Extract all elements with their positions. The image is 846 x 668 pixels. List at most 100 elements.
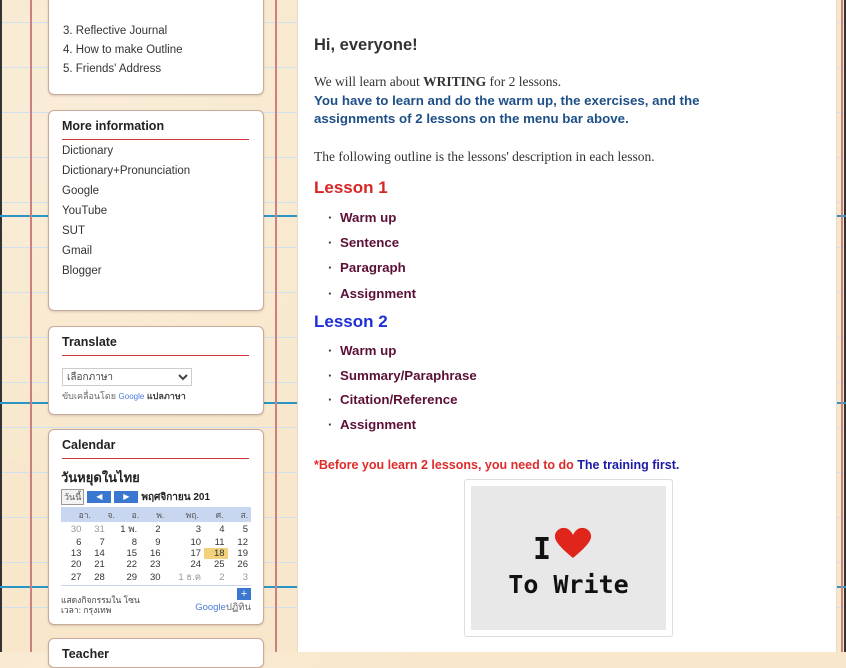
calendar-day[interactable]: 31 [84, 522, 107, 537]
calendar-day[interactable]: 25 [204, 559, 227, 570]
bullet-icon: · [328, 368, 333, 383]
calendar-day[interactable]: 6 [61, 537, 84, 548]
widget-title: Translate [62, 335, 117, 349]
calendar-day[interactable]: 1 พ. [108, 522, 140, 537]
calendar-day[interactable]: 19 [228, 548, 251, 559]
training-link[interactable]: The training first. [577, 458, 679, 472]
today-button[interactable]: วันนี้ [61, 489, 85, 505]
image-text-to-write: To Write [508, 570, 629, 599]
calendar-day[interactable]: 10 [164, 537, 205, 548]
calendar-day[interactable]: 12 [228, 537, 251, 548]
add-calendar-button[interactable]: + [237, 588, 251, 600]
google-logo-text: Google [118, 392, 145, 401]
calendar-day[interactable]: 9 [140, 537, 163, 548]
margin-line [841, 0, 843, 652]
prev-month-button[interactable]: ◀ [87, 491, 112, 503]
calendar-week: 6 7 8 9 10 11 12 [61, 537, 251, 548]
calendar-day[interactable]: 3 [228, 570, 251, 585]
link-dictionary-pronunciation[interactable]: Dictionary+Pronunciation [49, 162, 263, 182]
calendar-day[interactable]: 2 [140, 522, 163, 537]
calendar-day[interactable]: 30 [61, 522, 84, 537]
lesson-1-item[interactable]: · Sentence [328, 235, 399, 250]
calendar-days: 30 31 1 พ. 2 3 4 5 6 7 8 9 10 11 12 13 1… [61, 522, 251, 585]
lesson-2-title: Lesson 2 [314, 312, 388, 331]
calendar-day[interactable]: 17 [164, 548, 205, 559]
chevron-left-icon: ◀ [96, 492, 103, 501]
bullet-icon: · [328, 286, 333, 301]
calendar-day[interactable]: 16 [140, 548, 163, 559]
page-greeting: Hi, everyone! [314, 36, 418, 54]
calendar-day[interactable]: 28 [84, 570, 107, 585]
calendar-day[interactable]: 2 [204, 570, 227, 585]
next-month-button[interactable]: ▶ [114, 491, 139, 503]
link-youtube[interactable]: YouTube [49, 202, 263, 222]
calendar-day-today[interactable]: 18 [204, 548, 228, 559]
calendar-day[interactable]: 15 [108, 548, 140, 559]
lesson-1-item[interactable]: · Warm up [328, 210, 396, 225]
lesson-2-item[interactable]: · Assignment [328, 417, 416, 432]
calendar-day[interactable]: 30 [140, 570, 163, 585]
calendar-embed: วันหยุดในไทย วันนี้ ◀ ▶ พฤศจิกายน 201 อา… [49, 459, 263, 615]
calendar-day[interactable]: 24 [164, 559, 205, 570]
link-blogger[interactable]: Blogger [49, 262, 263, 282]
instructions-line-1: You have to learn and do the warm up, th… [314, 93, 700, 108]
google-calendar-label: ปฏิทิน [225, 602, 251, 613]
main-content: Hi, everyone! We will learn about WRITIN… [297, 0, 837, 652]
lesson-1-item[interactable]: · Assignment [328, 286, 416, 301]
nav-link-outline[interactable]: 4. How to make Outline [49, 40, 263, 59]
instructions-line-2: assignments of 2 lessons on the menu bar… [314, 111, 629, 126]
before-text: *Before you learn 2 lessons, you need to… [314, 458, 578, 472]
bullet-icon: · [328, 392, 333, 407]
language-select[interactable]: เลือกภาษา [62, 368, 192, 386]
link-dictionary[interactable]: Dictionary [49, 142, 263, 162]
calendar-day[interactable]: 4 [204, 522, 227, 537]
month-label: พฤศจิกายน 201 [141, 491, 211, 503]
link-google[interactable]: Google [49, 182, 263, 202]
lesson-1-item[interactable]: · Paragraph [328, 260, 406, 275]
margin-line [30, 0, 32, 652]
calendar-grid: อา. จ. อ. พ. พฤ. ศ. ส. [61, 508, 251, 522]
calendar-day[interactable]: 23 [140, 559, 163, 570]
link-sut[interactable]: SUT [49, 222, 263, 242]
calendar-day[interactable]: 22 [108, 559, 140, 570]
translate-widget: Translate เลือกภาษา ขับเคลื่อนโดย Google… [48, 326, 264, 415]
intro-post: for 2 lessons. [486, 74, 562, 89]
calendar-week: 20 21 22 23 24 25 26 [61, 559, 251, 570]
widget-title: Calendar [62, 438, 116, 452]
lesson-1-title: Lesson 1 [314, 178, 388, 197]
calendar-day[interactable]: 11 [204, 537, 227, 548]
lesson-1-item-label: Assignment [340, 286, 417, 301]
lesson-2-item[interactable]: · Warm up [328, 343, 396, 358]
link-gmail[interactable]: Gmail [49, 242, 263, 262]
bullet-icon: · [328, 235, 333, 250]
calendar-day[interactable]: 21 [84, 559, 107, 570]
nav-link-reflective-journal[interactable]: 3. Reflective Journal [49, 21, 263, 40]
calendar-day[interactable]: 29 [108, 570, 140, 585]
calendar-day[interactable]: 3 [164, 522, 205, 537]
calendar-day[interactable]: 20 [61, 559, 84, 570]
calendar-week: 13 14 15 16 17 18 19 [61, 548, 251, 559]
calendar-day[interactable]: 13 [61, 548, 84, 559]
calendar-day[interactable]: 5 [228, 522, 251, 537]
more-information-widget: More information Dictionary Dictionary+P… [48, 110, 264, 311]
calendar-day[interactable]: 8 [108, 537, 140, 548]
lesson-1-item-label: Warm up [340, 210, 397, 225]
calendar-day[interactable]: 1 ธ.ค [164, 570, 205, 585]
powered-by-line: ขับเคลื่อนโดย Google แปลภาษา [62, 389, 250, 403]
lesson-2-item[interactable]: · Citation/Reference [328, 392, 457, 407]
calendar-day[interactable]: 27 [61, 570, 84, 585]
calendar-day[interactable]: 14 [84, 548, 107, 559]
margin-line [275, 0, 277, 652]
lesson-2-item[interactable]: · Summary/Paraphrase [328, 368, 477, 383]
weekday-label: อ. [131, 510, 140, 520]
nav-link-friends-address[interactable]: 5. Friends' Address [49, 59, 263, 78]
weekday-label: พฤ. [185, 510, 199, 520]
bullet-icon: · [328, 210, 333, 225]
calendar-day[interactable]: 7 [84, 537, 107, 548]
calendar-name: วันหยุดในไทย [61, 470, 140, 485]
image-letter-i: I [533, 532, 552, 567]
bullet-icon: · [328, 260, 333, 275]
lesson-2-item-label: Summary/Paraphrase [340, 368, 477, 383]
calendar-day[interactable]: 26 [228, 559, 251, 570]
translate-link[interactable]: แปลภาษา [147, 391, 186, 401]
